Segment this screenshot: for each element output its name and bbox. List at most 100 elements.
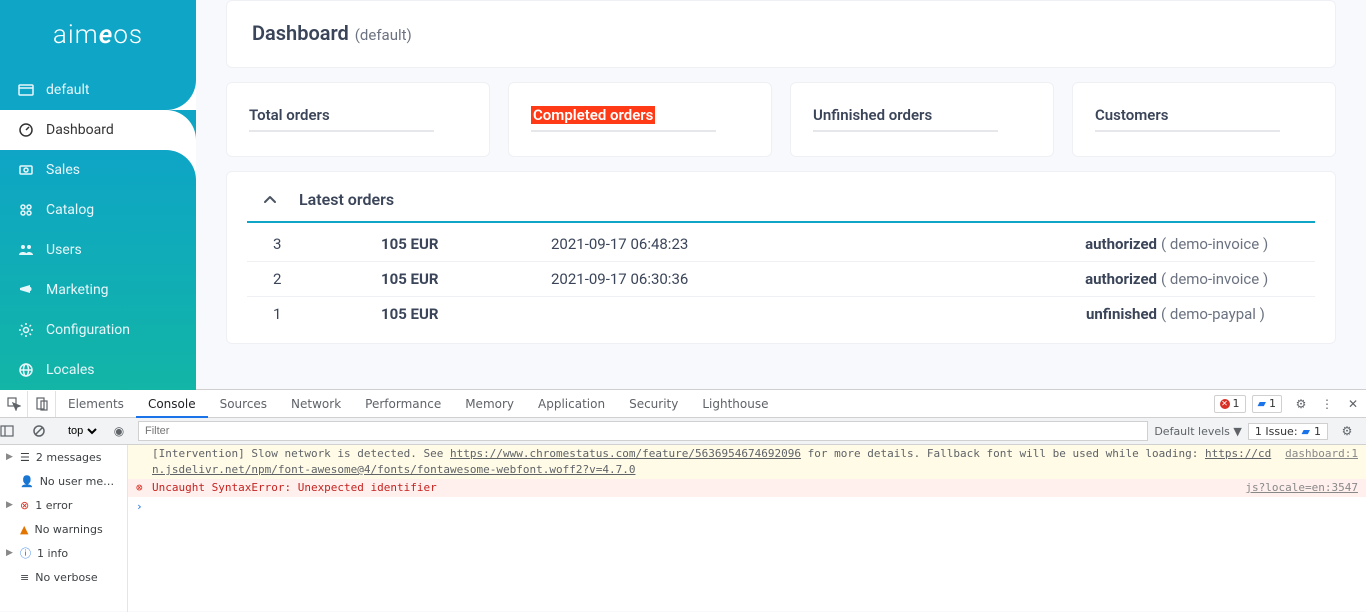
- devtools-panel: Elements Console Sources Network Perform…: [0, 389, 1366, 611]
- brand-text: aimeos: [53, 20, 143, 50]
- latest-divider: [247, 221, 1315, 223]
- console-source[interactable]: js?locale=en:3547: [1235, 480, 1358, 496]
- card-title: Completed orders: [531, 106, 655, 124]
- sidebar-item-catalog[interactable]: Catalog: [0, 190, 196, 230]
- order-amount: 105 EUR: [381, 305, 551, 323]
- sidebar-top-wrap: default: [0, 70, 196, 110]
- sidebar-item-locales[interactable]: Locales: [0, 350, 196, 390]
- device-toggle-icon[interactable]: [28, 391, 56, 417]
- filter-input[interactable]: [138, 421, 1148, 441]
- inspect-icon[interactable]: [0, 391, 28, 417]
- sidebar-bottom-wrap: Sales Catalog Users Marketing: [0, 150, 196, 390]
- more-icon[interactable]: ⋮: [1314, 397, 1340, 411]
- console-body: ▶☰2 messages 👤No user me… ▶⊗1 error ▲No …: [0, 445, 1366, 612]
- sidebar-item-label: Sales: [46, 162, 80, 178]
- order-method: ( demo-invoice ): [1161, 270, 1301, 288]
- order-status: authorized: [881, 235, 1161, 253]
- tab-application[interactable]: Application: [526, 390, 617, 418]
- console-message: [Intervention] Slow network is detected.…: [152, 446, 1275, 478]
- console-line-error[interactable]: ⊗ Uncaught SyntaxError: Unexpected ident…: [128, 479, 1366, 497]
- tab-network[interactable]: Network: [279, 390, 353, 418]
- console-message: Uncaught SyntaxError: Unexpected identif…: [152, 480, 1235, 496]
- live-expression-icon[interactable]: ◉: [106, 424, 132, 438]
- order-amount: 105 EUR: [381, 235, 551, 253]
- issues-badge[interactable]: 1 Issue: ▰ 1: [1248, 423, 1328, 440]
- tab-console[interactable]: Console: [136, 390, 208, 418]
- order-date: 2021-09-17 06:30:36: [551, 270, 881, 288]
- brand-logo: aimeos: [0, 0, 196, 70]
- config-icon: [18, 322, 34, 338]
- card-underline: [249, 130, 434, 132]
- warn-icon: [136, 446, 152, 478]
- sidebar-item-dashboard[interactable]: Dashboard: [0, 110, 196, 150]
- sidebar-item-users[interactable]: Users: [0, 230, 196, 270]
- card-underline: [813, 130, 998, 132]
- settings-icon[interactable]: ⚙: [1288, 397, 1314, 411]
- sidebar-row-verbose[interactable]: ≡No verbose: [0, 565, 127, 589]
- message-count-badge[interactable]: ▰1: [1252, 395, 1282, 413]
- card-total-orders[interactable]: Total orders: [226, 82, 490, 157]
- order-method: ( demo-paypal ): [1161, 305, 1301, 323]
- tab-lighthouse[interactable]: Lighthouse: [690, 390, 780, 418]
- error-count-badge[interactable]: ✕1: [1214, 395, 1246, 413]
- sidebar-item-label: Catalog: [46, 202, 94, 218]
- sidebar-toggle-icon[interactable]: [0, 424, 26, 438]
- tab-security[interactable]: Security: [617, 390, 690, 418]
- sidebar: aimeos default Dashboard Sales: [0, 0, 196, 389]
- order-id: 3: [261, 235, 381, 253]
- sales-icon: [18, 162, 34, 178]
- site-icon: [18, 82, 34, 98]
- close-icon[interactable]: ✕: [1340, 397, 1366, 411]
- console-source[interactable]: dashboard:1: [1275, 446, 1358, 478]
- main-content: Dashboard (default) Total orders Complet…: [196, 0, 1366, 389]
- sidebar-item-marketing[interactable]: Marketing: [0, 270, 196, 310]
- tab-elements[interactable]: Elements: [56, 390, 136, 418]
- sidebar-row-nouser[interactable]: 👤No user me…: [0, 469, 127, 493]
- sidebar-item-configuration[interactable]: Configuration: [0, 310, 196, 350]
- card-underline: [1095, 130, 1280, 132]
- card-customers[interactable]: Customers: [1072, 82, 1336, 157]
- stat-cards: Total orders Completed orders Unfinished…: [226, 82, 1336, 157]
- clear-console-icon[interactable]: [32, 424, 58, 438]
- tab-performance[interactable]: Performance: [353, 390, 453, 418]
- order-amount: 105 EUR: [381, 270, 551, 288]
- order-row[interactable]: 1 105 EUR unfinished ( demo-paypal ): [247, 297, 1315, 331]
- card-completed-orders[interactable]: Completed orders: [508, 82, 772, 157]
- sidebar-row-messages[interactable]: ▶☰2 messages: [0, 445, 127, 469]
- card-underline: [531, 130, 716, 132]
- console-settings-icon[interactable]: ⚙: [1334, 424, 1360, 438]
- console-output: [Intervention] Slow network is detected.…: [128, 445, 1366, 612]
- card-unfinished-orders[interactable]: Unfinished orders: [790, 82, 1054, 157]
- devtools-tabbar: Elements Console Sources Network Perform…: [0, 390, 1366, 418]
- console-prompt[interactable]: ›: [128, 497, 1366, 517]
- order-id: 1: [261, 305, 381, 323]
- console-link[interactable]: https://www.chromestatus.com/feature/563…: [450, 447, 801, 460]
- locales-icon: [18, 362, 34, 378]
- log-levels[interactable]: Default levels ▼: [1154, 425, 1242, 438]
- tab-memory[interactable]: Memory: [453, 390, 526, 418]
- sidebar-item-label: Dashboard: [46, 122, 114, 138]
- console-sidebar: ▶☰2 messages 👤No user me… ▶⊗1 error ▲No …: [0, 445, 128, 612]
- sidebar-item-label: Locales: [46, 362, 95, 378]
- console-line-warning[interactable]: [Intervention] Slow network is detected.…: [128, 445, 1366, 479]
- sidebar-item-sales[interactable]: Sales: [0, 150, 196, 190]
- sidebar-row-info[interactable]: ▶ⓘ1 info: [0, 541, 127, 565]
- order-date: 2021-09-17 06:48:23: [551, 235, 881, 253]
- card-title: Total orders: [249, 106, 330, 124]
- order-row[interactable]: 3 105 EUR 2021-09-17 06:48:23 authorized…: [247, 227, 1315, 262]
- page-header: Dashboard (default): [226, 0, 1336, 68]
- order-row[interactable]: 2 105 EUR 2021-09-17 06:30:36 authorized…: [247, 262, 1315, 297]
- console-toolbar: top ◉ Default levels ▼ 1 Issue: ▰ 1 ⚙: [0, 418, 1366, 445]
- sidebar-item-label: Marketing: [46, 282, 109, 298]
- order-status: unfinished: [881, 305, 1161, 323]
- latest-orders-header[interactable]: Latest orders: [247, 190, 1315, 221]
- chevron-up-icon: [261, 191, 279, 209]
- context-select[interactable]: top: [64, 424, 100, 438]
- tab-sources[interactable]: Sources: [208, 390, 279, 418]
- sidebar-item-site[interactable]: default: [0, 70, 196, 110]
- sidebar-row-warn[interactable]: ▲No warnings: [0, 517, 127, 541]
- sidebar-item-label: Configuration: [46, 322, 130, 338]
- sidebar-row-error[interactable]: ▶⊗1 error: [0, 493, 127, 517]
- sidebar-item-label: Users: [46, 242, 82, 258]
- latest-orders-panel: Latest orders 3 105 EUR 2021-09-17 06:48…: [226, 171, 1336, 344]
